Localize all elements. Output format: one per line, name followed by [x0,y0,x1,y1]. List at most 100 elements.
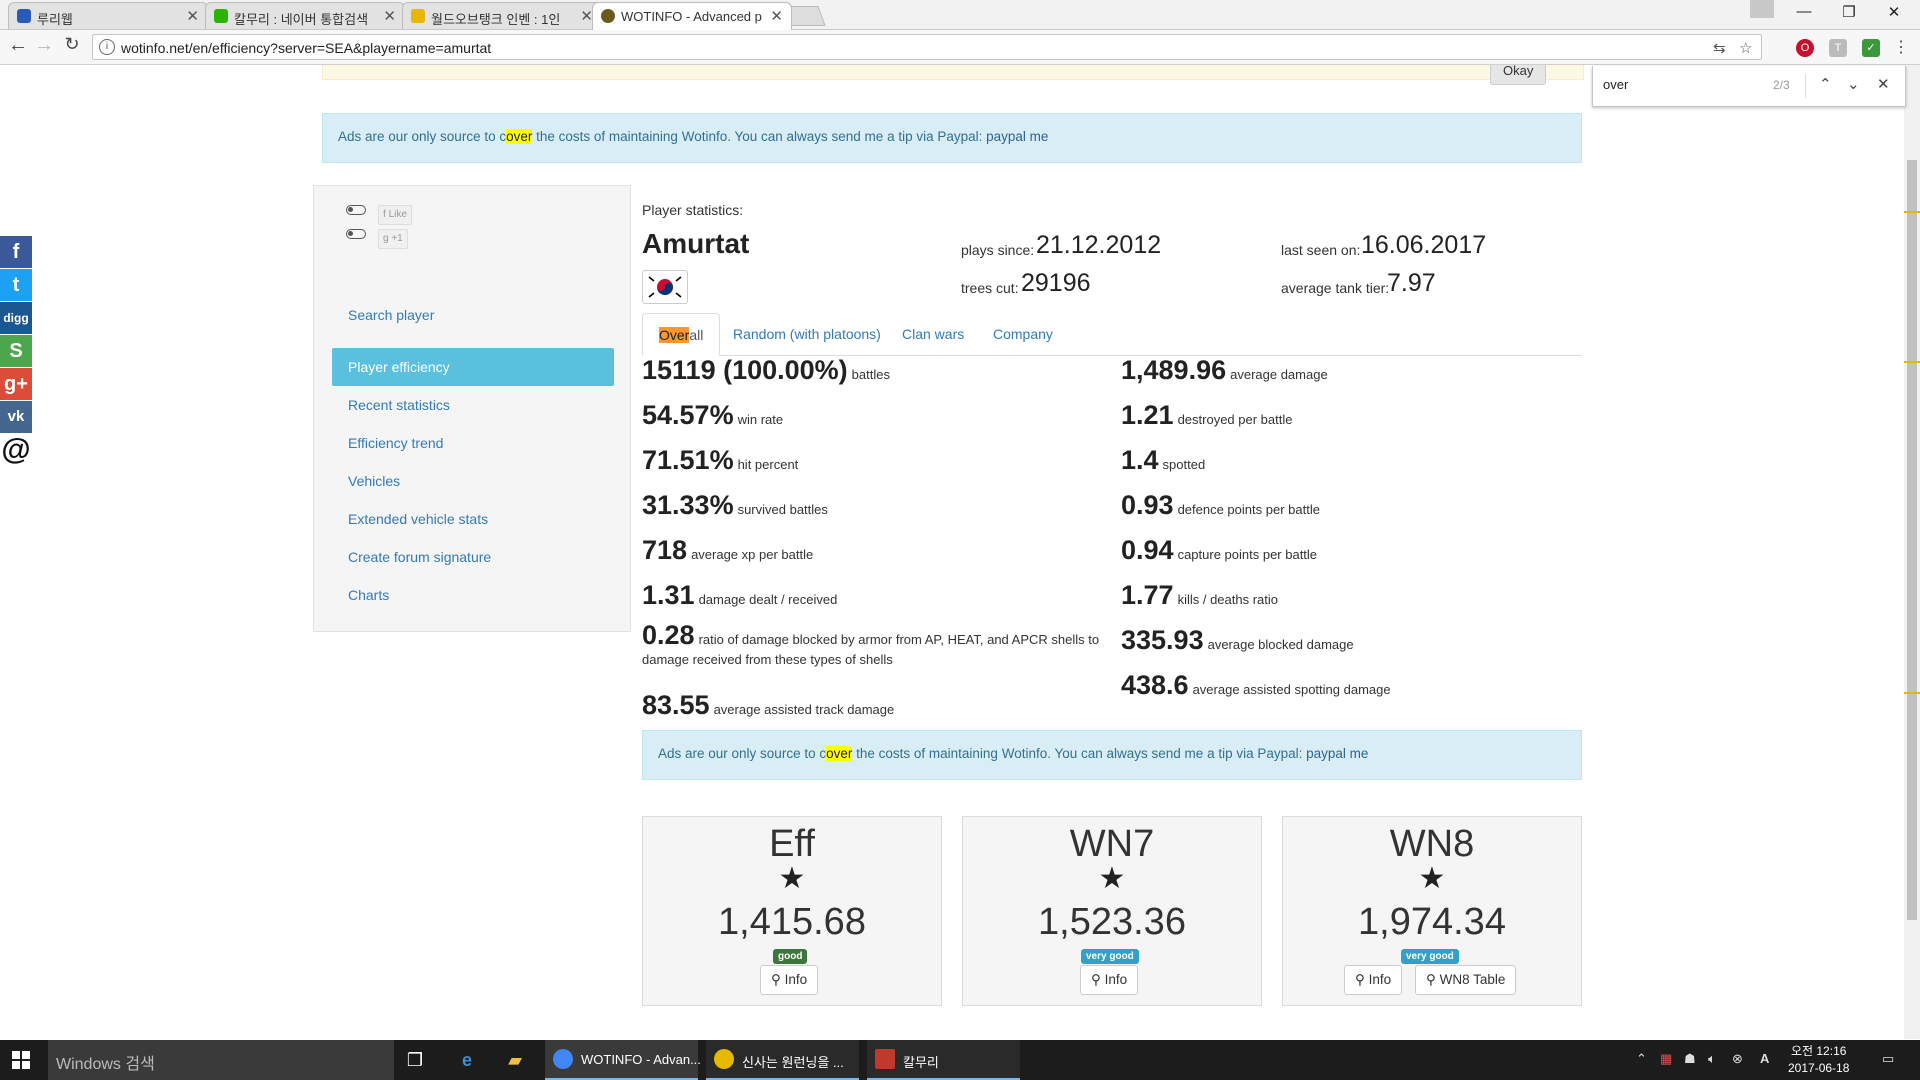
stat-blocked-ratio: 0.28 ratio of damage blocked by armor fro… [642,620,1100,668]
email-share-icon[interactable]: @ [0,434,32,466]
korea-flag-icon [642,270,688,304]
scrollbar-thumb[interactable] [1907,160,1917,920]
taskbar-search-box[interactable]: Windows 검색 [48,1040,394,1080]
opera-extension-icon[interactable]: O [1796,39,1814,57]
rating-value: 1,415.68 [718,901,866,943]
windows-taskbar: Windows 검색 ❐ e ▰ WOTINFO - Advan... 신사는 … [0,1040,1920,1080]
chevron-up-icon[interactable]: ⌃ [1819,75,1832,93]
rating-title: WN7 [1069,823,1155,865]
stat-damage-ratio: 1.31 damage dealt / received [642,580,838,610]
paypal-link[interactable]: paypal me [986,129,1048,144]
avg-tier-value: 7.97 [1387,269,1436,297]
profile-icon[interactable] [1750,0,1774,18]
volume-icon[interactable]: 🔈︎ [1708,1051,1716,1067]
wn7-info-button[interactable]: ⚲ Info [1080,965,1139,995]
find-bar: over 2/3 ⌃ ⌄ ✕ [1592,66,1906,107]
sidebar-item-charts[interactable]: Charts [332,576,614,614]
tab-clan-wars[interactable]: Clan wars [886,313,980,355]
sidebar-item-efficiency-trend[interactable]: Efficiency trend [332,424,614,462]
browser-tab-1[interactable]: 루리웹 ✕ [8,2,208,29]
browser-tab-3[interactable]: 월드오브탱크 인벤 : 1인 ✕ [402,2,602,29]
ime-indicator[interactable]: A [1760,1051,1769,1066]
taskbar-app-chrome[interactable]: WOTINFO - Advan... [545,1040,701,1080]
vk-share-icon[interactable]: vk [0,401,32,433]
sidebar-item-extended-vehicle-stats[interactable]: Extended vehicle stats [332,500,614,538]
tab-title: 루리웹 [37,12,73,27]
restore-icon[interactable]: ❐ [1834,3,1864,21]
taskbar-app-2[interactable]: 신사는 원런닝을 ... [706,1040,859,1080]
rating-box-eff: Eff ★ 1,415.68 good ⚲ Info [642,816,942,1006]
forward-arrow-icon[interactable]: → [32,34,56,57]
stat-assisted-spotting: 438.6 average assisted spotting damage [1121,670,1391,700]
find-input[interactable]: over [1603,77,1628,92]
tray-app-icon[interactable]: ▦ [1660,1051,1672,1067]
back-arrow-icon[interactable]: ← [6,34,30,57]
chrome-menu-icon[interactable]: ⋮ [1892,39,1910,57]
facebook-share-icon[interactable]: f [0,236,32,268]
page-info-icon[interactable]: i [99,39,115,55]
trees-cut-label: trees cut: [961,280,1019,296]
googleplus-button[interactable]: g +1 [378,229,408,249]
reload-icon[interactable]: ↻ [60,34,84,55]
close-tab-icon[interactable]: ✕ [770,7,783,25]
sidebar-item-vehicles[interactable]: Vehicles [332,462,614,500]
taskbar-app-3[interactable]: 칼무리 [867,1040,1020,1080]
star-icon: ★ [1418,862,1446,895]
file-explorer-icon[interactable]: ▰ [503,1048,527,1072]
wn8-table-button[interactable]: ⚲ WN8 Table [1415,965,1517,995]
sidebar-item-player-efficiency[interactable]: Player efficiency [332,348,614,386]
page-scrollbar[interactable] [1904,65,1920,1039]
search-icon: ⚲ [1091,972,1101,987]
tab-company[interactable]: Company [977,313,1069,355]
ad-text: the costs of maintaining Wotinfo. You ca… [532,129,987,144]
googleplus-toggle-icon[interactable] [346,229,366,239]
task-view-icon[interactable]: ❐ [403,1048,427,1072]
close-tab-icon[interactable]: ✕ [186,7,199,25]
tray-expand-icon[interactable]: ⌃ [1636,1051,1647,1067]
tab-label: all [689,327,704,343]
close-window-icon[interactable]: ✕ [1879,3,1909,21]
tab-overall[interactable]: Overall [642,313,721,356]
action-center-icon[interactable]: ▭ [1882,1051,1894,1067]
digg-share-icon[interactable]: digg [0,302,32,334]
stat-assisted-track: 83.55 average assisted track damage [642,690,895,720]
tab-random[interactable]: Random (with platoons) [717,313,897,355]
windows-start-icon[interactable] [12,1051,30,1069]
eff-info-button[interactable]: ⚲ Info [760,965,819,995]
browser-tab-4-active[interactable]: WOTINFO - Advanced p ✕ [592,2,792,30]
facebook-like-button[interactable]: f Like [378,205,412,225]
network-icon[interactable]: ☗ [1684,1051,1696,1067]
bookmark-star-icon[interactable]: ☆ [1739,39,1752,57]
facebook-toggle-icon[interactable] [346,205,366,215]
paypal-link[interactable]: paypal me [1306,746,1368,761]
sidebar-item-search-player[interactable]: Search player [332,296,614,334]
search-icon: ⚲ [1426,972,1436,987]
googleplus-share-icon[interactable]: g+ [0,368,32,400]
browser-tab-2[interactable]: 칼무리 : 네이버 통합검색 ✕ [205,2,405,29]
close-icon[interactable]: ✕ [1877,75,1890,93]
okay-button[interactable]: Okay [1490,65,1547,85]
sidebar-item-create-forum-signature[interactable]: Create forum signature [332,538,614,576]
player-stats-heading: Player statistics: [642,202,744,218]
taskbar-clock[interactable]: 오전 12:16 2017-06-18 [1788,1043,1849,1077]
text-extension-icon[interactable]: T [1829,39,1847,57]
wn8-info-button[interactable]: ⚲ Info [1344,965,1403,995]
translate-icon[interactable]: ⇆ [1713,39,1726,57]
tray-status-icon[interactable]: ⊗ [1732,1051,1743,1067]
stumbleupon-share-icon[interactable]: S [0,335,32,367]
sidebar-item-recent-statistics[interactable]: Recent statistics [332,386,614,424]
minimize-icon[interactable]: — [1789,3,1819,20]
find-match-marker [1904,211,1920,213]
browser-toolbar: ← → ↻ i wotinfo.net/en/efficiency?server… [0,30,1920,65]
url-text: wotinfo.net/en/efficiency?server=SEA&pla… [121,40,492,56]
stat-battles: 15119 (100.00%) battles [642,355,890,385]
close-tab-icon[interactable]: ✕ [383,7,396,25]
stat-defence: 0.93 defence points per battle [1121,490,1320,520]
stat-survived: 31.33% survived battles [642,490,828,520]
stat-blocked-damage: 335.93 average blocked damage [1121,625,1354,655]
twitter-share-icon[interactable]: t [0,269,32,301]
edge-icon[interactable]: e [455,1048,479,1072]
address-bar[interactable]: i wotinfo.net/en/efficiency?server=SEA&p… [92,34,1762,60]
shield-extension-icon[interactable]: ✓ [1862,39,1880,57]
chevron-down-icon[interactable]: ⌄ [1847,75,1860,93]
